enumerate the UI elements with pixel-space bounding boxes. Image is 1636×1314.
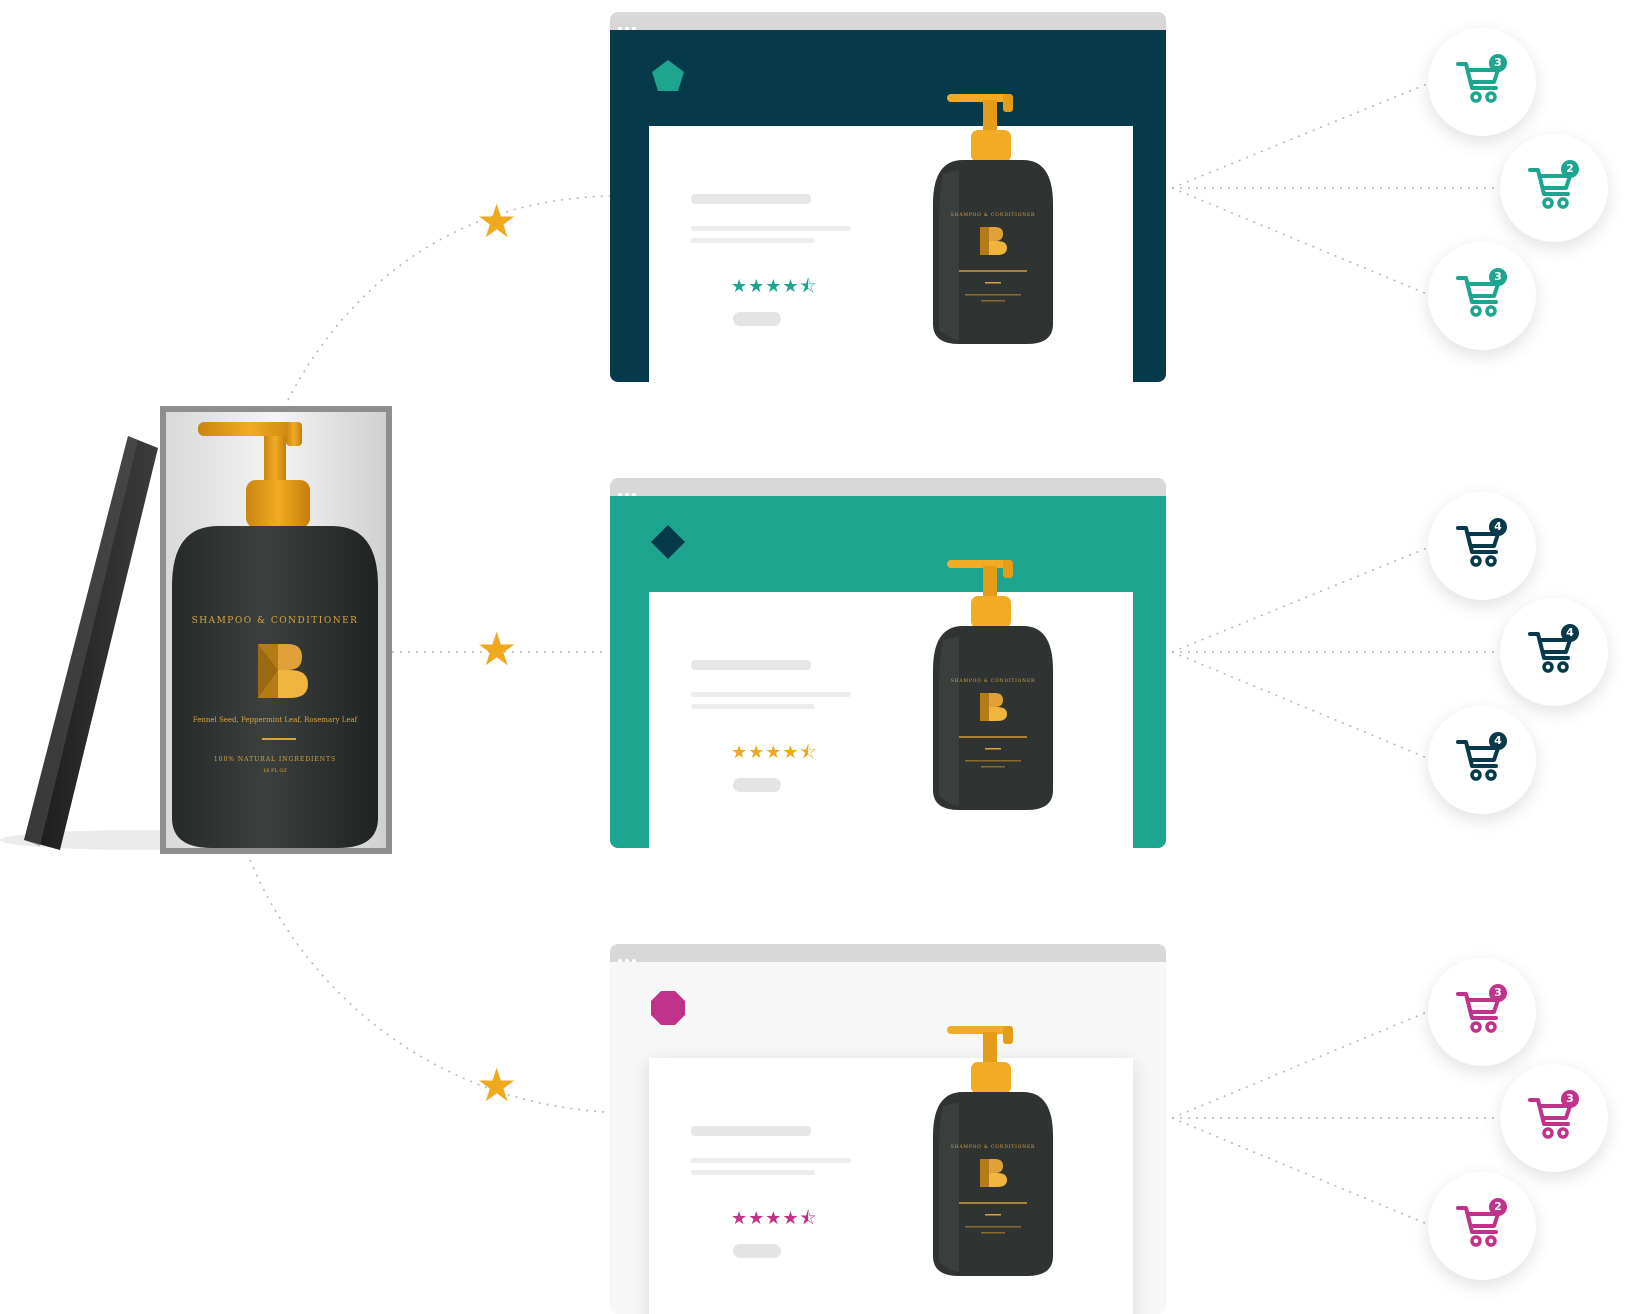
- product-bottle: SHAMPOO & CONDITIONER: [933, 94, 1053, 344]
- octagon-icon: [651, 991, 685, 1025]
- star-icon: ★: [476, 194, 518, 248]
- title-placeholder: [691, 1126, 811, 1136]
- star-icon: ★: [476, 622, 518, 676]
- product-card: ★★★★⯪ SHAMPOO & CONDITIONER: [649, 1026, 1133, 1314]
- product-box: SHAMPOO & CONDITIONER Fennel Seed, Peppe…: [0, 400, 400, 860]
- store-header: ★★★★⯪ SHAMPOO & CONDITIONER: [610, 30, 1166, 382]
- buy-button[interactable]: [733, 312, 781, 326]
- product-size: 16 FL OZ: [263, 768, 287, 774]
- brand-b-icon: [258, 644, 308, 698]
- cart-count-badge: 3: [1494, 986, 1502, 999]
- store-header: ★★★★⯪ SHAMPOO & CONDITIONER: [610, 962, 1166, 1314]
- rating-stars: ★★★★⯪: [731, 1208, 818, 1229]
- store-header: ★★★★⯪ SHAMPOO & CONDITIONER: [610, 496, 1166, 848]
- text-placeholder: [691, 1170, 815, 1175]
- svg-text:SHAMPOO & CONDITIONER: SHAMPOO & CONDITIONER: [951, 212, 1035, 218]
- cart-count-badge: 4: [1494, 520, 1502, 533]
- product-page-window: ★★★★⯪ SHAMPOO & CONDITIONER: [610, 478, 1166, 848]
- label-divider: [262, 738, 296, 740]
- cart-count-badge: 3: [1494, 270, 1502, 283]
- text-placeholder: [691, 704, 815, 709]
- browser-chrome: [610, 944, 1166, 963]
- product-name: SHAMPOO & CONDITIONER: [191, 616, 359, 626]
- cart-count-badge: 3: [1566, 1092, 1574, 1105]
- cart-button[interactable]: 3: [1500, 1064, 1608, 1172]
- product-card: ★★★★⯪ SHAMPOO & CONDITIONER: [649, 560, 1133, 848]
- product-page-window: ★★★★⯪ SHAMPOO & CONDITIONER: [610, 12, 1166, 382]
- cart-button[interactable]: 4: [1428, 706, 1536, 814]
- product-bottle: SHAMPOO & CONDITIONER: [933, 560, 1053, 810]
- product-bottle: SHAMPOO & CONDITIONER: [933, 1026, 1053, 1276]
- text-placeholder: [691, 226, 851, 231]
- svg-text:SHAMPOO & CONDITIONER: SHAMPOO & CONDITIONER: [951, 1144, 1035, 1150]
- cart-button[interactable]: 2: [1500, 134, 1608, 242]
- title-placeholder: [691, 194, 811, 204]
- cart-count-badge: 4: [1494, 734, 1502, 747]
- cart-button[interactable]: 3: [1428, 28, 1536, 136]
- product-card: ★★★★⯪ SHAMPOO & CONDITIONER: [649, 94, 1133, 382]
- box-lid: [0, 406, 392, 854]
- browser-chrome: [610, 12, 1166, 31]
- cart-count-badge: 2: [1494, 1200, 1502, 1213]
- cart-button[interactable]: 3: [1428, 242, 1536, 350]
- cart-button[interactable]: 2: [1428, 1172, 1536, 1280]
- diamond-icon: [651, 525, 685, 559]
- svg-text:SHAMPOO & CONDITIONER: SHAMPOO & CONDITIONER: [951, 678, 1035, 684]
- rating-stars: ★★★★⯪: [731, 276, 818, 297]
- product-page-window: ★★★★⯪ SHAMPOO & CONDITIONER: [610, 944, 1166, 1314]
- buy-button[interactable]: [733, 1244, 781, 1258]
- pentagon-icon: [652, 60, 684, 91]
- cart-count-badge: 4: [1566, 626, 1574, 639]
- star-icon: ★: [476, 1058, 518, 1112]
- cart-button[interactable]: 3: [1428, 958, 1536, 1066]
- browser-chrome: [610, 478, 1166, 497]
- buy-button[interactable]: [733, 778, 781, 792]
- product-claim: 100% NATURAL INGREDIENTS: [213, 756, 337, 763]
- product-ingredients: Fennel Seed, Peppermint Leaf, Rosemary L…: [192, 716, 358, 724]
- text-placeholder: [691, 692, 851, 697]
- cart-count-badge: 3: [1494, 56, 1502, 69]
- text-placeholder: [691, 238, 815, 243]
- text-placeholder: [691, 1158, 851, 1163]
- title-placeholder: [691, 660, 811, 670]
- cart-count-badge: 2: [1566, 162, 1574, 175]
- rating-stars: ★★★★⯪: [731, 742, 818, 763]
- cart-button[interactable]: 4: [1500, 598, 1608, 706]
- cart-button[interactable]: 4: [1428, 492, 1536, 600]
